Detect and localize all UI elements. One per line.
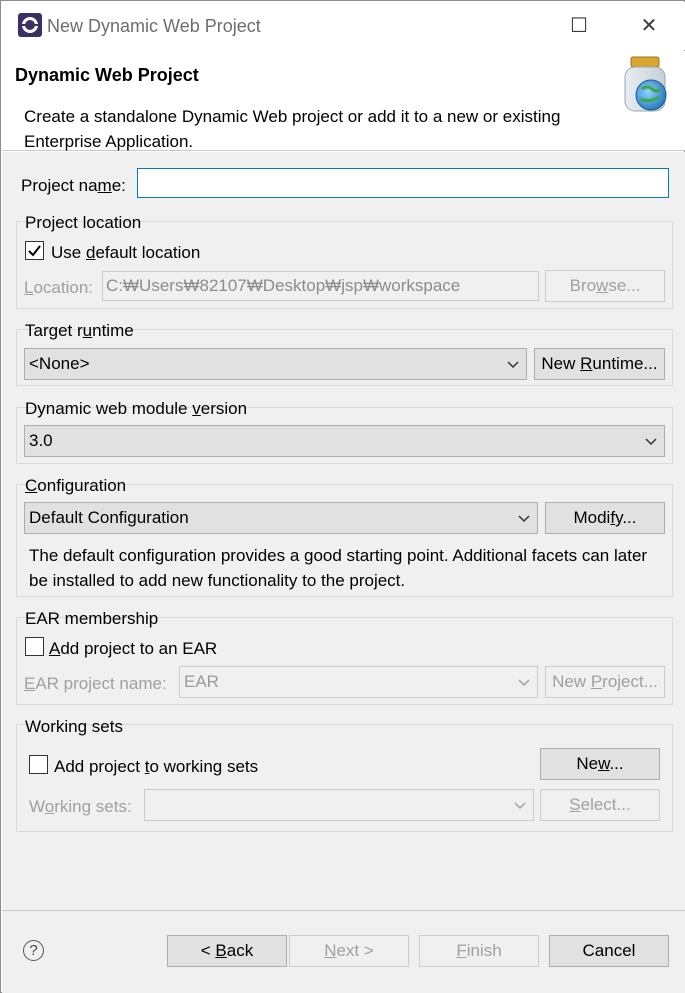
module-version-select[interactable]: 3.0 <box>24 425 665 457</box>
use-default-location-checkbox[interactable] <box>25 241 44 260</box>
add-to-working-sets-label[interactable]: Add project to working sets <box>54 757 258 777</box>
location-label: Location: <box>24 278 94 297</box>
close-button[interactable]: ✕ <box>626 9 672 43</box>
back-button[interactable]: < Back <box>167 935 287 967</box>
ear-project-name-value: EAR <box>184 672 219 691</box>
project-location-title: Project location <box>25 213 142 232</box>
chevron-down-icon <box>514 802 526 810</box>
working-sets-select[interactable] <box>144 789 534 821</box>
target-runtime-title: Target runtime <box>25 321 134 340</box>
finish-button[interactable]: Finish <box>419 935 539 967</box>
wizard-content: Project name: Project location Use defau… <box>2 152 685 910</box>
new-working-set-button[interactable]: New... <box>540 748 660 780</box>
configuration-title: Configuration <box>25 476 127 495</box>
new-project-button[interactable]: New Project... <box>545 666 665 698</box>
next-button[interactable]: Next > <box>289 935 409 967</box>
add-to-working-sets-checkbox[interactable] <box>29 755 48 774</box>
target-runtime-value: <None> <box>29 354 90 373</box>
chevron-down-icon <box>518 515 530 523</box>
window-title: New Dynamic Web Project <box>47 16 261 36</box>
working-sets-title: Working sets <box>25 717 123 736</box>
project-name-label: Project name: <box>21 176 126 195</box>
target-runtime-select[interactable]: <None> <box>24 348 527 380</box>
title-bar[interactable]: New Dynamic Web Project ☐ ✕ <box>2 2 685 50</box>
modify-button[interactable]: Modify... <box>545 502 665 534</box>
wizard-footer: ? < Back Next > Finish Cancel <box>2 910 685 993</box>
maximize-icon: ☐ <box>570 15 588 37</box>
close-icon: ✕ <box>640 15 658 37</box>
banner-title: Dynamic Web Project <box>15 65 199 85</box>
ear-membership-title: EAR membership <box>25 609 159 628</box>
maximize-button[interactable]: ☐ <box>556 9 602 43</box>
add-to-ear-checkbox[interactable] <box>25 637 44 656</box>
help-icon[interactable]: ? <box>23 940 44 961</box>
web-project-jar-icon <box>624 56 667 112</box>
ear-project-name-label: EAR project name: <box>24 674 167 693</box>
chevron-down-icon <box>518 679 530 687</box>
select-working-sets-button[interactable]: Select... <box>540 789 660 821</box>
ear-project-name-select[interactable]: EAR <box>179 666 538 698</box>
project-name-input[interactable] <box>137 168 669 198</box>
dialog-window: New Dynamic Web Project ☐ ✕ Dynamic Web … <box>0 0 685 993</box>
working-sets-label: Working sets: <box>29 797 132 816</box>
browse-button[interactable]: Browse... <box>545 270 665 302</box>
eclipse-app-icon <box>18 13 42 37</box>
use-default-location-label[interactable]: Use default location <box>51 243 200 263</box>
module-version-title: Dynamic web module version <box>25 399 248 418</box>
checkmark-icon <box>28 245 41 257</box>
chevron-down-icon <box>507 361 519 369</box>
configuration-description: The default configuration provides a goo… <box>29 546 648 590</box>
cancel-button[interactable]: Cancel <box>549 935 669 967</box>
banner-description: Create a standalone Dynamic Web project … <box>24 107 561 151</box>
new-runtime-button[interactable]: New Runtime... <box>534 348 665 380</box>
module-version-value: 3.0 <box>29 431 53 450</box>
location-input[interactable]: C:₩Users₩82107₩Desktop₩jsp₩workspace <box>102 271 539 301</box>
wizard-banner: Dynamic Web Project Create a standalone … <box>2 51 685 151</box>
add-to-ear-label[interactable]: Add project to an EAR <box>49 639 217 659</box>
configuration-select[interactable]: Default Configuration <box>24 502 538 534</box>
chevron-down-icon <box>645 438 657 446</box>
configuration-value: Default Configuration <box>29 508 189 527</box>
